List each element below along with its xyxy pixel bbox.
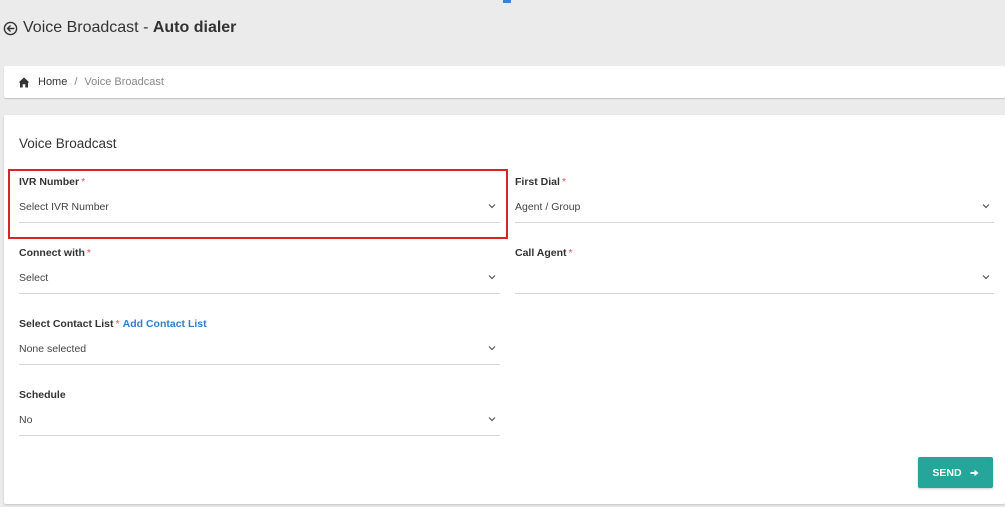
schedule-label: Schedule [19, 389, 66, 401]
connect-with-field: Connect with * Select [19, 246, 500, 296]
send-button[interactable]: SEND [918, 457, 993, 488]
required-marker: * [561, 176, 567, 188]
schedule-field: Schedule No [19, 388, 500, 438]
page-title: Voice Broadcast - Auto dialer [23, 19, 236, 37]
contact-list-select[interactable]: None selected [19, 341, 500, 365]
chevron-down-icon [982, 204, 990, 209]
call-agent-field: Call Agent * [515, 246, 994, 296]
breadcrumb-home-link[interactable]: Home [38, 76, 67, 88]
contact-list-field: Select Contact List * Add Contact List Non… [19, 317, 500, 367]
home-icon [18, 77, 30, 87]
required-marker: * [568, 247, 573, 259]
first-dial-label-text: First Dial [515, 176, 560, 188]
contact-list-value: None selected [19, 343, 87, 355]
card-title: Voice Broadcast [19, 136, 117, 151]
page-title-bold: Auto dialer [152, 19, 237, 36]
ivr-number-label-text: IVR Number [19, 176, 80, 188]
contact-list-label: Select Contact List * Add Contact List [19, 317, 500, 331]
voice-broadcast-card: Voice Broadcast IVR Number * Select IVR N… [4, 115, 1005, 504]
arrow-right-icon [970, 469, 979, 476]
chevron-down-icon [488, 204, 496, 209]
first-dial-label: First Dial * [515, 175, 994, 189]
chevron-down-icon [488, 275, 496, 280]
chevron-down-icon [488, 346, 496, 351]
schedule-value: No [19, 414, 33, 426]
call-agent-label-text: Call Agent [515, 247, 567, 259]
schedule-select[interactable]: No [19, 412, 500, 436]
call-agent-label: Call Agent * [515, 246, 994, 260]
required-marker: * [81, 176, 86, 188]
arrow-circle-left-icon[interactable] [3, 21, 18, 36]
required-marker: * [86, 247, 92, 259]
contact-list-label-text: Select Contact List [19, 318, 114, 330]
add-contact-list-link[interactable]: Add Contact List [123, 318, 207, 330]
ivr-number-value: Select IVR Number [19, 201, 109, 213]
page-title-prefix: Voice Broadcast - [23, 19, 153, 36]
connect-with-select[interactable]: Select [19, 270, 500, 294]
connect-with-value: Select [19, 272, 49, 284]
ivr-number-field: IVR Number * Select IVR Number [19, 175, 500, 225]
connect-with-label: Connect with * [19, 246, 500, 260]
ivr-number-select[interactable]: Select IVR Number [19, 199, 500, 223]
chevron-down-icon [488, 417, 496, 422]
breadcrumb: Home / Voice Broadcast [4, 66, 1005, 98]
call-agent-select[interactable] [515, 270, 994, 294]
connect-with-label-text: Connect with [19, 247, 85, 259]
page-header: Voice Broadcast - Auto dialer [0, 0, 1005, 56]
first-dial-select[interactable]: Agent / Group [515, 199, 994, 223]
send-button-label: SEND [932, 466, 962, 479]
required-marker: * [115, 318, 120, 330]
first-dial-field: First Dial * Agent / Group [515, 175, 994, 225]
ivr-number-label: IVR Number * [19, 175, 500, 189]
first-dial-value: Agent / Group [515, 201, 581, 213]
breadcrumb-separator: / [74, 76, 78, 88]
breadcrumb-current: Voice Broadcast [84, 76, 164, 88]
chevron-down-icon [982, 275, 990, 280]
